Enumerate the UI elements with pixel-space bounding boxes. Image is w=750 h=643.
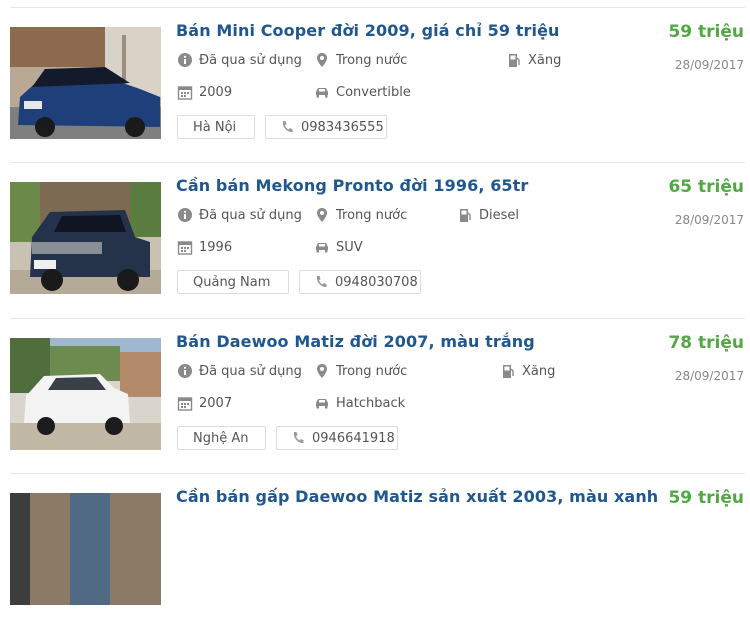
map-marker-icon	[314, 207, 330, 223]
car-icon	[314, 239, 330, 255]
listing-item[interactable]: Bán Mini Cooper đời 2009, giá chỉ 59 tri…	[0, 7, 750, 177]
body-text: SUV	[336, 239, 363, 255]
location-tag[interactable]: Hà Nội	[177, 115, 255, 139]
year-text: 2009	[199, 84, 233, 100]
location-text: Quảng Nam	[193, 274, 271, 290]
fuel-field: Xăng	[506, 52, 561, 68]
body-field: Convertible	[314, 84, 411, 100]
phone-icon	[315, 275, 327, 289]
car-photo[interactable]	[10, 338, 161, 450]
listing-date: 28/09/2017	[674, 58, 744, 72]
phone-tag[interactable]: 0948030708	[299, 270, 421, 294]
fuel-pump-icon	[506, 52, 522, 68]
location-text: Hà Nội	[193, 119, 237, 135]
condition-text: Đã qua sử dụng	[199, 207, 302, 223]
car-icon	[314, 395, 330, 411]
listing-date: 28/09/2017	[674, 369, 744, 383]
condition-field: Đã qua sử dụng	[177, 52, 302, 68]
car-photo[interactable]	[10, 27, 161, 139]
listing-price: 78 triệu	[668, 333, 744, 353]
year-field: 2007	[177, 395, 232, 411]
condition-field: Đã qua sử dụng	[177, 363, 302, 379]
origin-text: Trong nước	[336, 363, 408, 379]
calendar-icon	[177, 84, 193, 100]
car-icon	[314, 84, 330, 100]
car-photo[interactable]	[10, 493, 161, 605]
location-tag[interactable]: Nghệ An	[177, 426, 266, 450]
listing-item[interactable]: Cần bán Mekong Pronto đời 1996, 65tr 65 …	[0, 162, 750, 332]
car-photo-image	[10, 493, 161, 605]
fuel-pump-icon	[457, 207, 473, 223]
origin-text: Trong nước	[336, 207, 408, 223]
condition-text: Đã qua sử dụng	[199, 52, 302, 68]
calendar-icon	[177, 395, 193, 411]
map-marker-icon	[314, 363, 330, 379]
year-field: 2009	[177, 84, 232, 100]
listing-title[interactable]: Bán Daewoo Matiz đời 2007, màu trắng	[176, 332, 535, 351]
fuel-field: Diesel	[457, 207, 519, 223]
car-photo-image	[10, 27, 161, 139]
listing-title[interactable]: Cần bán Mekong Pronto đời 1996, 65tr	[176, 176, 528, 195]
condition-field: Đã qua sử dụng	[177, 207, 302, 223]
info-circle-icon	[177, 207, 193, 223]
info-circle-icon	[177, 363, 193, 379]
divider	[10, 318, 745, 319]
listing-price: 65 triệu	[668, 177, 744, 197]
divider	[10, 7, 745, 8]
fuel-pump-icon	[500, 363, 516, 379]
listing-item[interactable]: Cần bán gấp Daewoo Matiz sản xuất 2003, …	[0, 473, 750, 643]
fuel-text: Xăng	[522, 363, 556, 379]
origin-field: Trong nước	[314, 207, 407, 223]
divider	[10, 473, 745, 474]
listing-price: 59 triệu	[668, 22, 744, 42]
phone-tag[interactable]: 0946641918	[276, 426, 398, 450]
phone-tag[interactable]: 0983436555	[265, 115, 387, 139]
car-photo-image	[10, 338, 161, 450]
car-photo[interactable]	[10, 182, 161, 294]
origin-text: Trong nước	[336, 52, 408, 68]
body-text: Hatchback	[336, 395, 406, 411]
phone-text: 0983436555	[301, 119, 384, 135]
origin-field: Trong nước	[314, 363, 407, 379]
origin-field: Trong nước	[314, 52, 407, 68]
phone-icon	[281, 120, 293, 134]
location-text: Nghệ An	[193, 430, 249, 446]
body-field: Hatchback	[314, 395, 405, 411]
map-marker-icon	[314, 52, 330, 68]
phone-text: 0948030708	[335, 274, 418, 290]
phone-text: 0946641918	[312, 430, 395, 446]
condition-text: Đã qua sử dụng	[199, 363, 302, 379]
info-circle-icon	[177, 52, 193, 68]
year-text: 2007	[199, 395, 233, 411]
listing-price: 59 triệu	[668, 488, 744, 508]
listing-title[interactable]: Cần bán gấp Daewoo Matiz sản xuất 2003, …	[176, 487, 658, 506]
body-field: SUV	[314, 239, 363, 255]
fuel-field: Xăng	[500, 363, 555, 379]
listing-date: 28/09/2017	[674, 213, 744, 227]
calendar-icon	[177, 239, 193, 255]
fuel-text: Diesel	[479, 207, 520, 223]
fuel-text: Xăng	[528, 52, 562, 68]
year-field: 1996	[177, 239, 232, 255]
divider	[10, 162, 745, 163]
phone-icon	[292, 431, 304, 445]
listing-item[interactable]: Bán Daewoo Matiz đời 2007, màu trắng 78 …	[0, 318, 750, 488]
location-tag[interactable]: Quảng Nam	[177, 270, 289, 294]
car-photo-image	[10, 182, 161, 294]
body-text: Convertible	[336, 84, 411, 100]
year-text: 1996	[199, 239, 233, 255]
listing-title[interactable]: Bán Mini Cooper đời 2009, giá chỉ 59 tri…	[176, 21, 560, 40]
